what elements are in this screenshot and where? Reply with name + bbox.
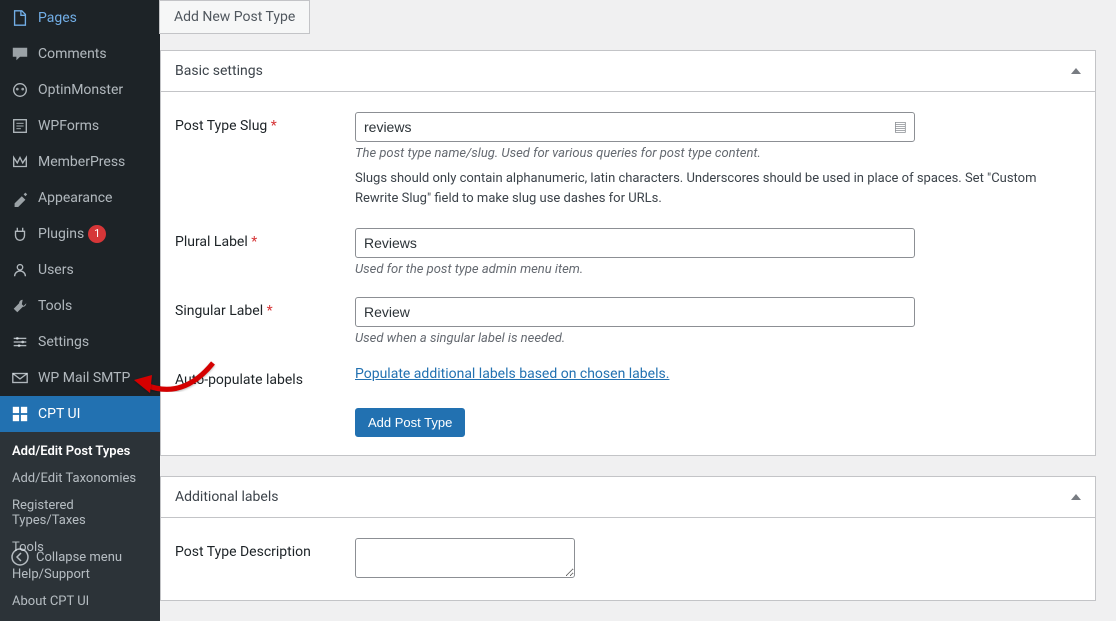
pages-icon <box>10 8 30 28</box>
singular-label-input <box>355 297 915 327</box>
collapse-toggle-icon <box>1071 494 1081 500</box>
sidebar-item-memberpress[interactable]: MemberPress <box>0 144 160 180</box>
field-auto-populate: Auto-populate labels Populate additional… <box>175 346 1081 388</box>
sidebar-item-wpmailsmtp[interactable]: WP Mail SMTP <box>0 360 160 396</box>
post-type-slug-input[interactable] <box>355 112 915 142</box>
field-label: Post Type Slug * <box>175 112 355 208</box>
collapse-menu[interactable]: Collapse menu <box>0 537 160 577</box>
tab-nav: Add New Post Type <box>160 0 1096 34</box>
submenu-add-edit-post-types[interactable]: Add/Edit Post Types <box>0 438 160 465</box>
collapse-icon <box>10 547 30 567</box>
sidebar-item-label: MemberPress <box>38 154 125 170</box>
populate-labels-link[interactable]: Populate additional labels based on chos… <box>355 366 669 382</box>
sidebar-item-label: Tools <box>38 298 72 314</box>
submenu-add-edit-taxonomies[interactable]: Add/Edit Taxonomies <box>0 465 160 492</box>
optinmonster-icon <box>10 80 30 100</box>
required-marker: * <box>251 234 257 250</box>
field-description: Used when a singular label is needed. <box>355 331 1081 346</box>
field-control <box>355 538 1081 582</box>
basic-settings-panel: Basic settings Post Type Slug * ▤ The po… <box>160 50 1096 456</box>
users-icon <box>10 260 30 280</box>
sidebar-item-plugins[interactable]: Plugins 1 <box>0 216 160 252</box>
sidebar-item-optinmonster[interactable]: OptinMonster <box>0 72 160 108</box>
input-helper-icon[interactable]: ▤ <box>894 119 907 135</box>
field-control: ▤ The post type name/slug. Used for vari… <box>355 112 1081 208</box>
memberpress-icon <box>10 152 30 172</box>
admin-sidebar: Pages Comments OptinMonster WPForms Memb… <box>0 0 160 577</box>
add-post-type-button[interactable]: Add Post Type <box>355 408 465 437</box>
field-post-type-slug: Post Type Slug * ▤ The post type name/sl… <box>175 92 1081 208</box>
panel-title: Basic settings <box>175 63 263 79</box>
submenu-registered-types-taxes[interactable]: Registered Types/Taxes <box>0 492 160 534</box>
field-description-extra: Slugs should only contain alphanumeric, … <box>355 169 1081 208</box>
additional-labels-header[interactable]: Additional labels <box>161 477 1095 518</box>
required-marker: * <box>271 118 277 134</box>
panel-title: Additional labels <box>175 489 278 505</box>
collapse-label: Collapse menu <box>36 550 122 565</box>
sidebar-item-comments[interactable]: Comments <box>0 36 160 72</box>
basic-settings-body: Post Type Slug * ▤ The post type name/sl… <box>161 92 1095 455</box>
sidebar-item-label: Comments <box>38 46 107 62</box>
field-singular-label: Singular Label * Used when a singular la… <box>175 277 1081 346</box>
sidebar-item-appearance[interactable]: Appearance <box>0 180 160 216</box>
submenu-about-cptui[interactable]: About CPT UI <box>0 588 160 615</box>
basic-settings-header[interactable]: Basic settings <box>161 51 1095 92</box>
field-label: Singular Label * <box>175 297 355 346</box>
additional-labels-panel: Additional labels Post Type Description <box>160 476 1096 601</box>
sidebar-item-wpforms[interactable]: WPForms <box>0 108 160 144</box>
sidebar-item-label: CPT UI <box>38 406 80 422</box>
collapse-toggle-icon <box>1071 68 1081 74</box>
field-label: Auto-populate labels <box>175 366 355 388</box>
sidebar-item-pages[interactable]: Pages <box>0 0 160 36</box>
sidebar-item-users[interactable]: Users <box>0 252 160 288</box>
sidebar-item-tools[interactable]: Tools <box>0 288 160 324</box>
required-marker: * <box>267 303 273 319</box>
post-type-description-input[interactable] <box>355 538 575 578</box>
settings-icon <box>10 332 30 352</box>
field-description: Used for the post type admin menu item. <box>355 262 1081 277</box>
field-control: Populate additional labels based on chos… <box>355 366 1081 388</box>
sidebar-item-cptui[interactable]: CPT UI <box>0 396 160 432</box>
sidebar-item-label: Settings <box>38 334 89 350</box>
sidebar-item-label: WP Mail SMTP <box>38 370 130 386</box>
plugins-update-badge: 1 <box>88 225 106 243</box>
sidebar-item-label: OptinMonster <box>38 82 123 98</box>
mail-icon <box>10 368 30 388</box>
field-label: Plural Label * <box>175 228 355 277</box>
sidebar-item-label: Plugins <box>38 226 84 242</box>
sidebar-item-label: Appearance <box>38 190 112 206</box>
sidebar-item-label: WPForms <box>38 118 99 134</box>
field-control: Used for the post type admin menu item. <box>355 228 1081 277</box>
field-label: Post Type Description <box>175 538 355 582</box>
plugins-icon <box>10 224 30 244</box>
sidebar-item-label: Pages <box>38 10 77 26</box>
field-post-type-description: Post Type Description <box>175 518 1081 582</box>
tab-add-new-post-type[interactable]: Add New Post Type <box>159 0 310 34</box>
cptui-icon <box>10 404 30 424</box>
wpforms-icon <box>10 116 30 136</box>
sidebar-item-settings[interactable]: Settings <box>0 324 160 360</box>
field-control: Used when a singular label is needed. <box>355 297 1081 346</box>
plural-label-input[interactable] <box>355 228 915 258</box>
sidebar-submenu: Add/Edit Post Types Add/Edit Taxonomies … <box>0 432 160 621</box>
field-description: The post type name/slug. Used for variou… <box>355 146 1081 161</box>
comments-icon <box>10 44 30 64</box>
sidebar-item-label: Users <box>38 262 74 278</box>
field-plural-label: Plural Label * Used for the post type ad… <box>175 208 1081 277</box>
main-content: Add New Post Type Basic settings Post Ty… <box>160 0 1116 577</box>
tools-icon <box>10 296 30 316</box>
appearance-icon <box>10 188 30 208</box>
additional-labels-body: Post Type Description <box>161 518 1095 600</box>
